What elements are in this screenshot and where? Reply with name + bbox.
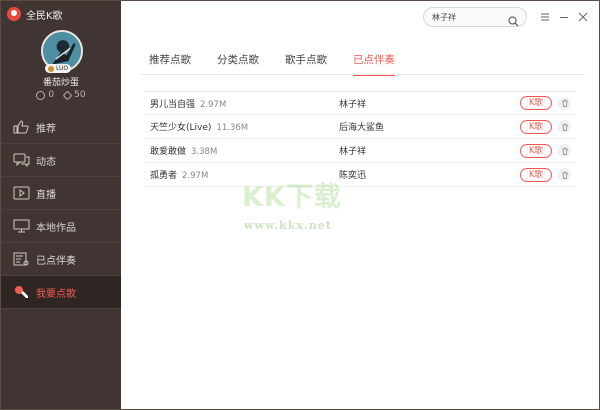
watermark-logo-text: KK下载 bbox=[242, 182, 342, 213]
level-badge: LUO bbox=[45, 64, 72, 73]
tab-category[interactable]: 分类点歌 bbox=[217, 52, 259, 76]
trash-icon[interactable] bbox=[558, 144, 571, 157]
stat-coins-value: 0 bbox=[48, 90, 55, 100]
close-icon[interactable] bbox=[577, 11, 589, 23]
search-icon[interactable] bbox=[508, 12, 519, 27]
sing-button[interactable]: K歌 bbox=[520, 119, 552, 134]
nickname[interactable]: 番茄炒蛋 bbox=[1, 75, 121, 88]
song-list: 男儿当自强 2.97M 林子祥 K歌 天竺少女(Live) 11.36M 后海大鲨鱼… bbox=[144, 91, 576, 187]
tab-singer[interactable]: 歌手点歌 bbox=[285, 52, 327, 76]
sidebar: 全民K歌 LUO 番茄炒蛋 0 50 推荐 动态 直播 本地作品 已点伴奏 我要… bbox=[1, 1, 121, 409]
sidebar-item-label: 推荐 bbox=[36, 123, 56, 135]
tab-bar: 推荐点歌 分类点歌 歌手点歌 已点伴奏 bbox=[149, 52, 421, 76]
tab-ordered[interactable]: 已点伴奏 bbox=[353, 52, 395, 76]
sidebar-item-recommend[interactable]: 推荐 bbox=[1, 111, 121, 144]
watermark-url: www.kkx.net bbox=[244, 219, 332, 232]
sing-button[interactable]: K歌 bbox=[520, 96, 552, 110]
search-input[interactable] bbox=[432, 12, 506, 22]
menu-icon[interactable] bbox=[539, 11, 551, 23]
thumb-up-icon bbox=[13, 120, 30, 134]
sidebar-item-label: 动态 bbox=[36, 156, 56, 168]
stat-flowers[interactable]: 50 bbox=[62, 90, 86, 100]
search-box bbox=[423, 7, 527, 27]
sidebar-nav: 推荐 动态 直播 本地作品 已点伴奏 我要点歌 bbox=[1, 111, 121, 309]
song-title: 孤勇者 bbox=[150, 171, 178, 181]
video-play-icon bbox=[13, 186, 30, 200]
sidebar-item-live[interactable]: 直播 bbox=[1, 177, 121, 210]
profile-stats: 0 50 bbox=[1, 90, 121, 100]
song-title-cell: 天竺少女(Live) 11.36M bbox=[150, 120, 248, 133]
level-medal-icon bbox=[48, 65, 54, 72]
song-size: 2.97M bbox=[182, 171, 209, 181]
minimize-icon[interactable] bbox=[558, 11, 570, 23]
table-row[interactable]: 天竺少女(Live) 11.36M 后海大鲨鱼 K歌 bbox=[144, 115, 576, 139]
song-title-cell: 孤勇者 2.97M bbox=[150, 168, 208, 181]
song-size: 2.97M bbox=[200, 99, 227, 110]
sidebar-item-label: 本地作品 bbox=[36, 222, 76, 234]
coin-icon bbox=[36, 90, 46, 100]
monitor-icon bbox=[13, 219, 30, 233]
app-window: 全民K歌 LUO 番茄炒蛋 0 50 推荐 动态 直播 本地作品 已点伴奏 我要… bbox=[0, 0, 600, 410]
trash-icon[interactable] bbox=[558, 96, 571, 110]
trash-icon[interactable] bbox=[558, 168, 571, 181]
singer-name[interactable]: 林子祥 bbox=[339, 97, 366, 110]
sidebar-item-label: 已点伴奏 bbox=[36, 255, 76, 267]
top-bar bbox=[121, 1, 599, 35]
chat-bubble-icon bbox=[13, 153, 30, 167]
watermark: KK下载 www.kkx.net bbox=[242, 175, 367, 245]
song-title: 天竺少女(Live) bbox=[150, 123, 212, 133]
sidebar-item-label: 我要点歌 bbox=[36, 288, 76, 300]
trash-icon[interactable] bbox=[558, 120, 571, 133]
app-logo-icon bbox=[7, 7, 21, 21]
app-title: 全民K歌 bbox=[26, 10, 63, 22]
sidebar-item-label: 直播 bbox=[36, 189, 56, 201]
flower-icon bbox=[62, 90, 73, 100]
sing-button[interactable]: K歌 bbox=[520, 143, 552, 158]
tab-divider bbox=[141, 74, 585, 75]
singer-name[interactable]: 后海大鲨鱼 bbox=[339, 120, 384, 133]
song-title-cell: 男儿当自强 2.97M bbox=[150, 97, 226, 110]
sidebar-item-request-song[interactable]: 我要点歌 bbox=[1, 276, 121, 309]
stat-coins[interactable]: 0 bbox=[36, 90, 54, 100]
sidebar-item-local-works[interactable]: 本地作品 bbox=[1, 210, 121, 243]
list-note-icon bbox=[13, 252, 30, 266]
singer-name[interactable]: 林子祥 bbox=[339, 144, 366, 157]
table-row[interactable]: 男儿当自强 2.97M 林子祥 K歌 bbox=[144, 91, 576, 115]
song-title: 男儿当自强 bbox=[150, 99, 196, 110]
sidebar-item-ordered[interactable]: 已点伴奏 bbox=[1, 243, 121, 276]
sing-button[interactable]: K歌 bbox=[520, 167, 552, 182]
app-header: 全民K歌 bbox=[7, 6, 63, 22]
level-badge-text: LUO bbox=[56, 65, 69, 72]
song-size: 11.36M bbox=[216, 123, 249, 133]
sidebar-item-feed[interactable]: 动态 bbox=[1, 144, 121, 177]
song-title: 敢爱敢做 bbox=[150, 147, 187, 157]
song-title-cell: 敢爱敢做 3.38M bbox=[150, 144, 217, 157]
microphone-icon bbox=[13, 285, 30, 299]
stat-flowers-value: 50 bbox=[74, 90, 86, 100]
tab-recommend[interactable]: 推荐点歌 bbox=[149, 52, 191, 76]
song-size: 3.38M bbox=[191, 147, 218, 157]
table-row[interactable]: 敢爱敢做 3.38M 林子祥 K歌 bbox=[144, 139, 576, 163]
